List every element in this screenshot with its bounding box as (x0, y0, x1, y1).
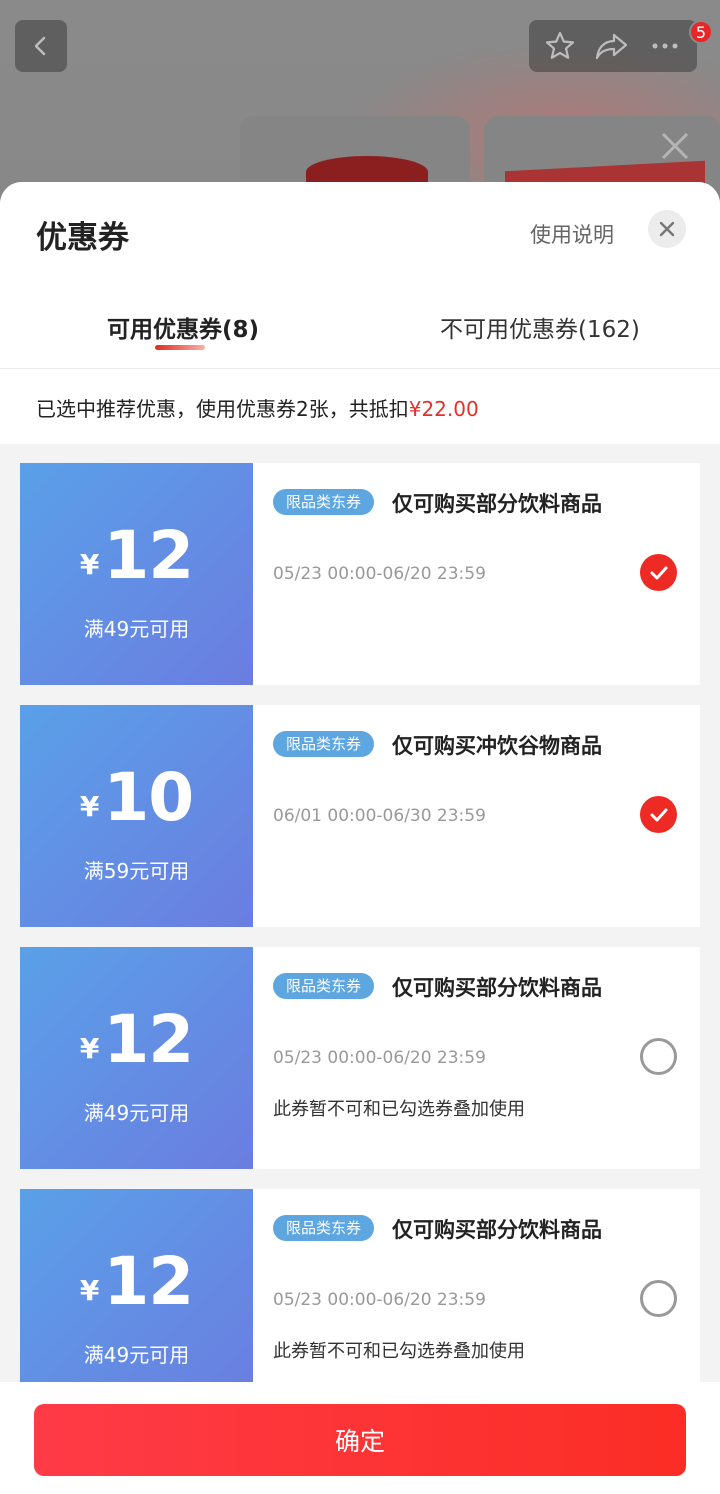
coupon-scope: 仅可购买部分饮料商品 (392, 492, 602, 516)
back-button[interactable] (15, 20, 67, 72)
coupon-validity-period: 06/01 00:00-06/30 23:59 (273, 806, 486, 826)
coupon-validity-period: 05/23 00:00-06/20 23:59 (273, 1290, 486, 1310)
coupon-checkbox-unchecked[interactable] (640, 1038, 677, 1075)
summary-text: 已选中推荐优惠，使用优惠券2张，共抵扣 (36, 397, 409, 421)
coupon-card[interactable]: ¥12 满49元可用 限品类东券 仅可购买部分饮料商品 05/23 00:00-… (15, 1189, 700, 1411)
coupon-amount: 12 (103, 1243, 194, 1320)
coupon-scope: 仅可购买部分饮料商品 (392, 976, 602, 1000)
share-icon[interactable] (594, 29, 630, 63)
coupon-type-tag: 限品类东券 (273, 489, 375, 515)
close-icon (659, 221, 675, 237)
coupon-value-panel: ¥10 满59元可用 (15, 705, 253, 927)
coupon-validity-period: 05/23 00:00-06/20 23:59 (273, 1048, 486, 1068)
coupon-threshold: 满49元可用 (83, 617, 190, 641)
coupon-value-panel: ¥12 满49元可用 (15, 463, 253, 685)
star-icon[interactable] (543, 29, 577, 63)
coupon-type-tag: 限品类东券 (273, 1215, 375, 1241)
active-tab-indicator (155, 345, 205, 350)
coupon-checkbox-checked[interactable] (640, 554, 677, 591)
coupon-threshold: 满59元可用 (83, 859, 190, 883)
coupon-amount: 10 (103, 759, 194, 836)
sheet-header: 优惠券 使用说明 可用优惠券(8) 不可用优惠券(162) (0, 182, 720, 368)
checkmark-icon (650, 566, 667, 579)
coupon-checkbox-unchecked[interactable] (640, 1280, 677, 1317)
currency-symbol: ¥ (79, 1274, 100, 1307)
confirm-button[interactable]: 确定 (34, 1404, 686, 1476)
close-icon (661, 132, 689, 160)
coupon-value-panel: ¥12 满49元可用 (15, 947, 253, 1169)
coupon-checkbox-checked[interactable] (640, 796, 677, 833)
coupon-card[interactable]: ¥10 满59元可用 限品类东券 仅可购买冲饮谷物商品 06/01 00:00-… (15, 705, 700, 927)
coupon-value-panel: ¥12 满49元可用 (15, 1189, 253, 1411)
more-icon[interactable] (647, 29, 683, 63)
coupon-threshold: 满49元可用 (83, 1101, 190, 1125)
summary-amount: ¥22.00 (408, 397, 479, 421)
coupon-card[interactable]: ¥12 满49元可用 限品类东券 仅可购买部分饮料商品 05/23 00:00-… (15, 463, 700, 685)
coupon-stacking-note: 此券暂不可和已勾选券叠加使用 (273, 1099, 525, 1120)
coupon-threshold: 满49元可用 (83, 1343, 190, 1367)
coupon-validity-period: 05/23 00:00-06/20 23:59 (273, 564, 486, 584)
cart-count-badge: 5 (689, 20, 713, 44)
tab-available-coupons[interactable]: 可用优惠券(8) (107, 310, 259, 344)
usage-instructions-link[interactable]: 使用说明 (530, 219, 614, 249)
coupon-stacking-note: 此券暂不可和已勾选券叠加使用 (273, 1341, 525, 1362)
sheet-footer: 确定 (0, 1382, 720, 1494)
back-icon (34, 36, 46, 56)
coupon-type-tag: 限品类东券 (273, 973, 375, 999)
selection-summary: 已选中推荐优惠，使用优惠券2张，共抵扣¥22.00 (0, 368, 720, 444)
sheet-title: 优惠券 (36, 220, 129, 256)
coupon-sheet: 优惠券 使用说明 可用优惠券(8) 不可用优惠券(162) 已选中推荐优惠，使用… (0, 182, 720, 1494)
close-sheet-button[interactable] (648, 210, 686, 248)
coupon-type-tag: 限品类东券 (273, 731, 375, 757)
coupon-amount: 12 (103, 1001, 194, 1078)
tab-unavailable-coupons[interactable]: 不可用优惠券(162) (440, 310, 640, 344)
coupon-amount: 12 (103, 517, 194, 594)
top-action-bar (529, 20, 697, 72)
currency-symbol: ¥ (79, 790, 100, 823)
checkmark-icon (650, 808, 667, 821)
currency-symbol: ¥ (79, 548, 100, 581)
coupon-scope: 仅可购买冲饮谷物商品 (392, 734, 602, 758)
coupon-scope: 仅可购买部分饮料商品 (392, 1218, 602, 1242)
currency-symbol: ¥ (79, 1032, 100, 1065)
coupon-card[interactable]: ¥12 满49元可用 限品类东券 仅可购买部分饮料商品 05/23 00:00-… (15, 947, 700, 1169)
